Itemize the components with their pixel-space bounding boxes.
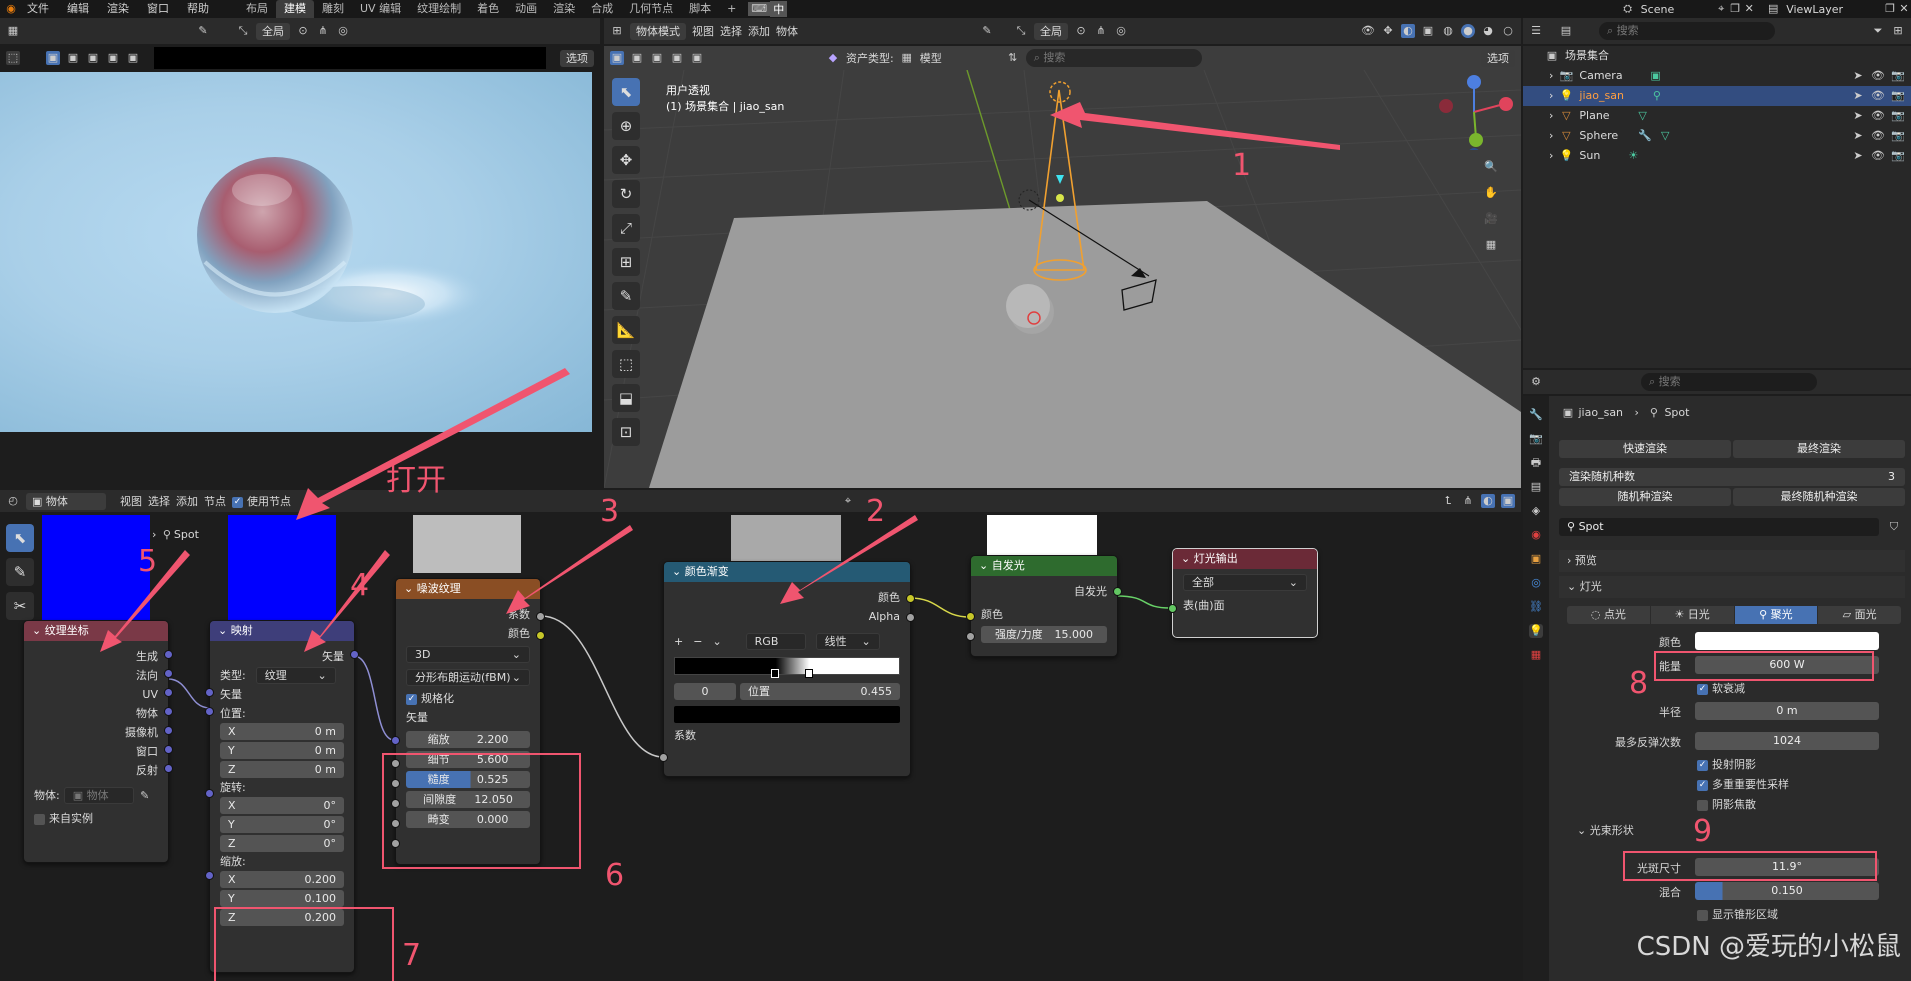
annotation-1: 1 [1232, 148, 1252, 183]
annotation-arrows [100, 102, 1340, 652]
annotation-open: 打开 [386, 463, 446, 498]
